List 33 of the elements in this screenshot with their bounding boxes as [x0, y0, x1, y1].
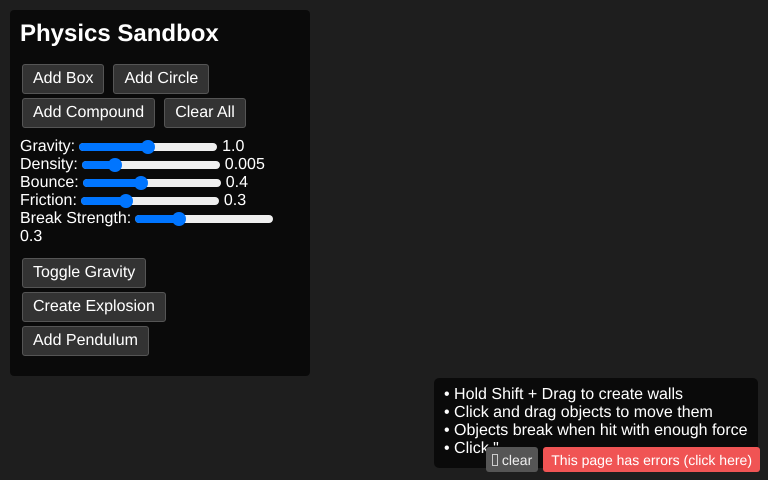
slider-thumb[interactable] [134, 176, 148, 190]
slider-thumb[interactable] [108, 158, 122, 172]
slider-thumb[interactable] [141, 140, 156, 154]
panel-button[interactable]: Clear All [164, 98, 246, 128]
help-text: • Click and drag objects to move them [444, 404, 714, 422]
slider-track[interactable] [135, 215, 274, 223]
panel-button[interactable]: Add Box [22, 64, 104, 94]
slider-thumb[interactable] [119, 194, 134, 208]
panel-button[interactable]: Add Compound [22, 98, 156, 128]
slider-label: Density: [20, 156, 78, 174]
slider-value: 1.0 [222, 138, 244, 156]
slider-thumb[interactable] [172, 212, 186, 226]
panel-button[interactable]: Add Pendulum [22, 326, 149, 356]
slider-label: Friction: [20, 192, 77, 210]
slider-track[interactable] [82, 179, 221, 187]
slider-label: Gravity: [20, 138, 76, 156]
slider-value: 0.005 [224, 156, 265, 174]
slider-track[interactable] [80, 197, 219, 205]
panel-title: Physics Sandbox [20, 20, 219, 48]
panel-button[interactable]: Toggle Gravity [22, 258, 146, 288]
panel-button[interactable]: Add Circle [113, 64, 210, 94]
panel-button[interactable]: Create Explosion [22, 292, 166, 322]
help-text: • Objects break when hit with enough force [444, 422, 748, 440]
slider-label: Bounce: [20, 174, 79, 192]
slider-label: Break Strength: [20, 210, 132, 228]
box-icon [492, 454, 498, 466]
slider-track[interactable] [79, 143, 218, 151]
clear-button[interactable]: clear [486, 447, 538, 472]
slider-value: 0.4 [226, 174, 248, 192]
help-text: • Hold Shift + Drag to create walls [444, 386, 684, 404]
slider-value: 0.3 [20, 228, 44, 246]
slider-value: 0.3 [224, 192, 246, 210]
slider-track[interactable] [82, 161, 220, 169]
